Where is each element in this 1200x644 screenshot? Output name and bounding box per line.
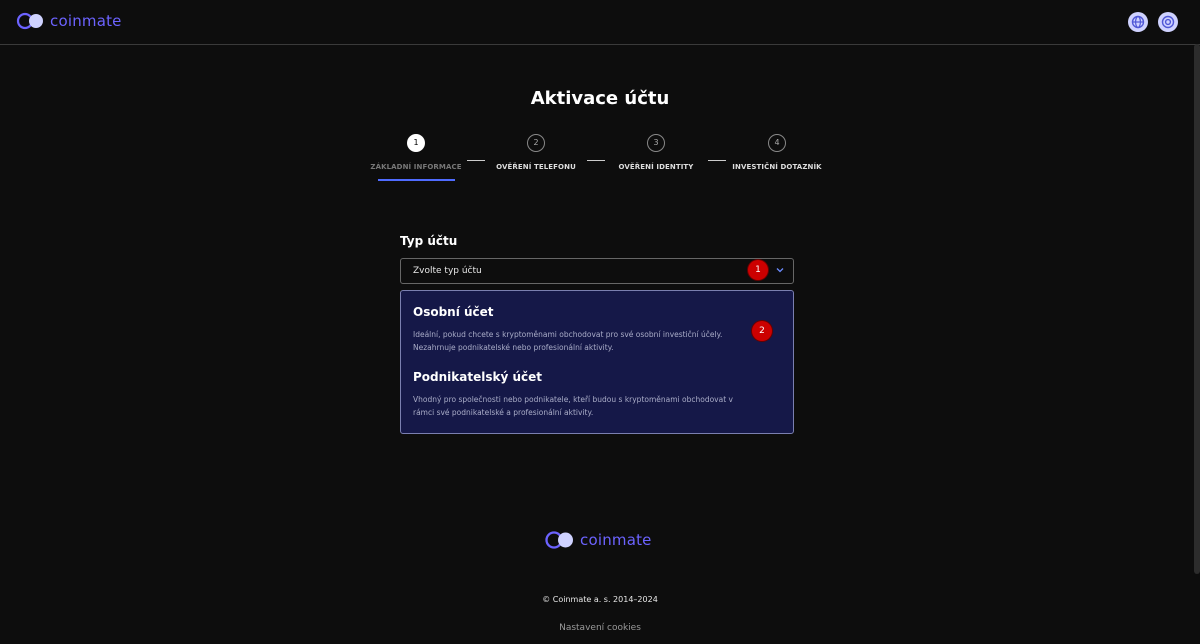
option-title: Podnikatelský účet: [413, 370, 543, 384]
step-label: ZÁKLADNÍ INFORMACE: [370, 163, 462, 171]
step-number: 3: [647, 134, 665, 152]
step-label: OVĚŘENÍ IDENTITY: [618, 163, 694, 171]
stepper: 1 ZÁKLADNÍ INFORMACE 2 OVĚŘENÍ TELEFONU …: [0, 134, 1200, 184]
option-description-line: Vhodný pro společnosti nebo podnikatele,…: [413, 395, 733, 404]
step-number: 4: [768, 134, 786, 152]
support-icon[interactable]: [1158, 12, 1178, 32]
annotation-marker-1: 1: [748, 260, 768, 280]
step-label: OVĚŘENÍ TELEFONU: [496, 163, 576, 171]
option-description-line: rámci své podnikatelské a profesionální …: [413, 408, 594, 417]
header-actions: [1128, 12, 1178, 32]
scrollbar[interactable]: [1194, 44, 1200, 574]
logo-wordmark: coinmate: [50, 12, 122, 30]
logo-wordmark: coinmate: [580, 531, 652, 549]
cookie-settings-link[interactable]: Nastavení cookies: [0, 623, 1200, 633]
account-type-select[interactable]: Zvolte typ účtu: [400, 258, 794, 284]
globe-icon[interactable]: [1128, 12, 1148, 32]
logo[interactable]: coinmate: [16, 12, 122, 30]
step-phone-verification[interactable]: 2 OVĚŘENÍ TELEFONU: [476, 134, 596, 171]
step-label: INVESTIČNÍ DOTAZNÍK: [732, 163, 822, 171]
footer-logo[interactable]: coinmate: [544, 530, 652, 550]
copyright: © Coinmate a. s. 2014–2024: [542, 595, 658, 604]
step-number: 1: [407, 134, 425, 152]
option-description-line: Ideální, pokud chcete s kryptoměnami obc…: [413, 330, 723, 339]
step-number: 2: [527, 134, 545, 152]
top-bar: coinmate: [0, 0, 1200, 45]
account-type-label: Typ účtu: [400, 234, 458, 248]
option-description: Ideální, pokud chcete s kryptoměnami obc…: [413, 328, 773, 354]
coinmate-logo-icon: [545, 531, 573, 549]
chevron-down-icon: [776, 268, 784, 273]
coinmate-logo-icon: [16, 12, 43, 30]
option-business-account[interactable]: Podnikatelský účet Vhodný pro společnost…: [413, 370, 773, 419]
account-type-dropdown: Osobní účet Ideální, pokud chcete s kryp…: [400, 290, 794, 434]
step-identity-verification[interactable]: 3 OVĚŘENÍ IDENTITY: [596, 134, 716, 171]
annotation-marker-2: 2: [752, 321, 772, 341]
step-investment-questionnaire[interactable]: 4 INVESTIČNÍ DOTAZNÍK: [717, 134, 837, 171]
select-placeholder: Zvolte typ účtu: [413, 266, 482, 276]
option-description-line: Nezahrnuje podnikatelské nebo profesioná…: [413, 343, 614, 352]
option-description: Vhodný pro společnosti nebo podnikatele,…: [413, 393, 773, 419]
option-personal-account[interactable]: Osobní účet Ideální, pokud chcete s kryp…: [413, 305, 773, 354]
page-title: Aktivace účtu: [530, 88, 670, 109]
active-step-underline: [377, 179, 455, 181]
step-basic-info[interactable]: 1 ZÁKLADNÍ INFORMACE: [356, 134, 476, 181]
option-title: Osobní účet: [413, 305, 494, 319]
